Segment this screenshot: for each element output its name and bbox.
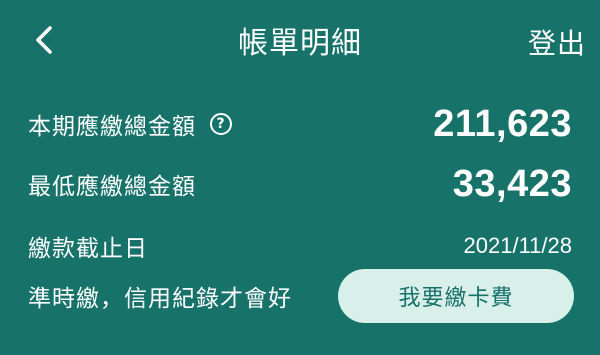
total-due-label: 本期應繳總金額	[28, 114, 196, 140]
payment-row: 準時繳，信用紀錄才會好 我要繳卡費	[28, 268, 574, 324]
app-header: 帳單明細 登出	[0, 0, 600, 90]
minimum-due-label: 最低應繳總金額	[28, 174, 196, 200]
pay-card-fee-button[interactable]: 我要繳卡費	[338, 269, 574, 323]
reminder-text: 準時繳，信用紀錄才會好	[28, 286, 292, 312]
minimum-due-row: 最低應繳總金額 33,423	[28, 162, 572, 206]
due-date-row: 繳款截止日 2021/11/28	[28, 226, 572, 266]
logout-button[interactable]: 登出	[528, 22, 586, 66]
total-due-amount: 211,623	[433, 102, 572, 145]
back-button[interactable]	[24, 16, 64, 64]
due-date-label: 繳款截止日	[28, 236, 148, 262]
question-circle-icon[interactable]: ?	[210, 113, 232, 135]
minimum-due-amount: 33,423	[452, 162, 572, 205]
chevron-left-icon	[30, 24, 58, 56]
total-due-row: 本期應繳總金額 ? 211,623	[28, 102, 572, 146]
due-date-value: 2021/11/28	[463, 233, 572, 258]
total-due-label-group: 本期應繳總金額 ?	[28, 107, 232, 141]
page-title: 帳單明細	[238, 26, 362, 61]
